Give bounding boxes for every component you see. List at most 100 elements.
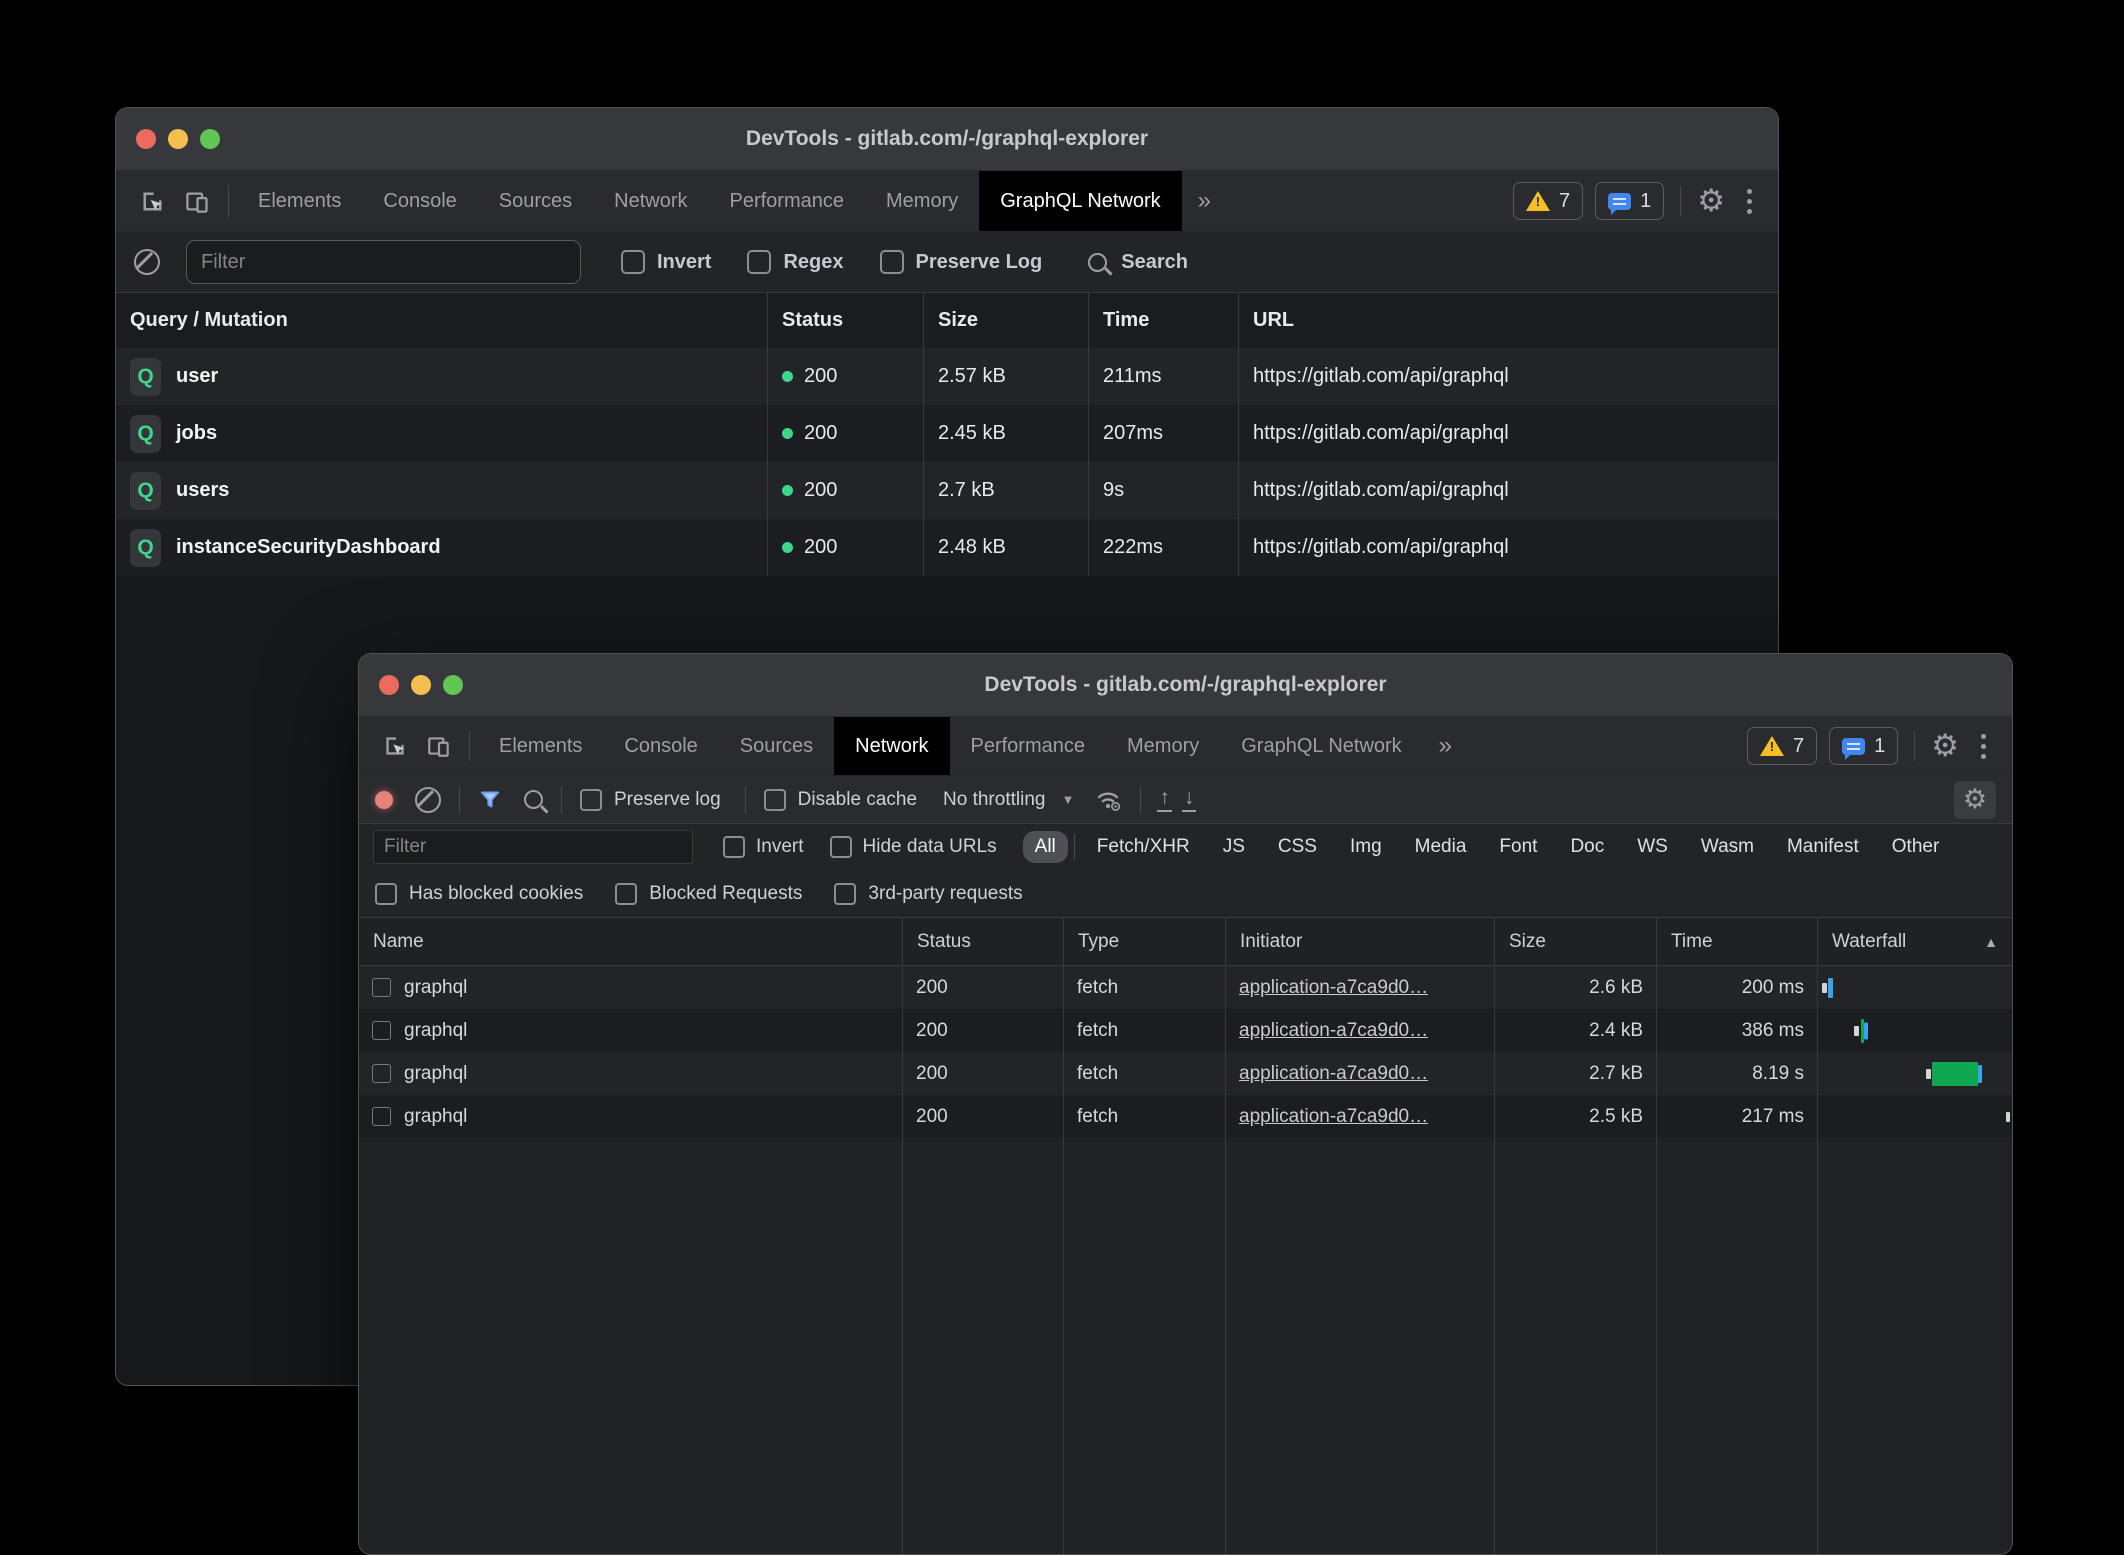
network-filter-input[interactable] xyxy=(373,830,693,864)
initiator-link[interactable]: application-a7ca9d0… xyxy=(1239,1063,1428,1085)
tab-console[interactable]: Console xyxy=(362,171,477,231)
tab-console[interactable]: Console xyxy=(603,717,718,775)
disable-cache-checkbox[interactable] xyxy=(764,789,786,811)
tab-graphql-network[interactable]: GraphQL Network xyxy=(979,171,1181,231)
filter-input[interactable] xyxy=(186,240,581,284)
tab-elements[interactable]: Elements xyxy=(478,717,603,775)
issues-badge[interactable]: 1 xyxy=(1829,727,1898,765)
tab-memory[interactable]: Memory xyxy=(1106,717,1220,775)
filter-funnel-icon[interactable] xyxy=(478,788,502,812)
preserve-log-checkbox[interactable] xyxy=(580,789,602,811)
filter-chip-fetch-xhr[interactable]: Fetch/XHR xyxy=(1085,831,1202,863)
column-header-size[interactable]: Size xyxy=(924,293,1089,348)
network-request-row[interactable]: graphql 200 fetch application-a7ca9d0… 2… xyxy=(359,966,2012,1009)
tab-graphql-network[interactable]: GraphQL Network xyxy=(1220,717,1422,775)
tab-performance[interactable]: Performance xyxy=(709,171,866,231)
initiator-link[interactable]: application-a7ca9d0… xyxy=(1239,1020,1428,1042)
filter-chip-manifest[interactable]: Manifest xyxy=(1775,831,1871,863)
more-tabs-icon[interactable]: » xyxy=(1423,717,1468,775)
network-request-row[interactable]: graphql 200 fetch application-a7ca9d0… 2… xyxy=(359,1052,2012,1095)
network-conditions-icon[interactable] xyxy=(1094,787,1122,813)
column-header-time[interactable]: Time xyxy=(1657,918,1818,965)
filter-chip-other[interactable]: Other xyxy=(1880,831,1952,863)
clear-icon[interactable] xyxy=(134,249,160,275)
row-checkbox[interactable] xyxy=(372,1064,391,1083)
tab-memory[interactable]: Memory xyxy=(865,171,979,231)
filter-chip-img[interactable]: Img xyxy=(1338,831,1394,863)
tab-bar-right-group: 7 1 ⚙ xyxy=(1513,171,1778,231)
clear-icon[interactable] xyxy=(415,787,441,813)
issues-badge[interactable]: 1 xyxy=(1595,182,1664,220)
blocked-requests-checkbox[interactable] xyxy=(615,883,637,905)
import-har-icon[interactable]: ↑ xyxy=(1159,787,1170,812)
settings-gear-icon[interactable]: ⚙ xyxy=(1697,186,1725,217)
tab-network[interactable]: Network xyxy=(834,717,949,775)
column-header-size[interactable]: Size xyxy=(1495,918,1657,965)
column-header-initiator[interactable]: Initiator xyxy=(1226,918,1495,965)
hide-data-urls-checkbox[interactable] xyxy=(830,836,852,858)
more-tabs-icon[interactable]: » xyxy=(1182,171,1227,231)
initiator-link[interactable]: application-a7ca9d0… xyxy=(1239,977,1428,999)
column-header-waterfall[interactable]: Waterfall ▲ xyxy=(1818,918,2012,965)
record-button[interactable] xyxy=(375,791,393,809)
column-header-status[interactable]: Status xyxy=(768,293,924,348)
regex-checkbox[interactable] xyxy=(747,250,771,274)
maximize-button[interactable] xyxy=(443,675,463,695)
column-header-time[interactable]: Time xyxy=(1089,293,1239,348)
search-label: Search xyxy=(1121,251,1188,274)
tab-sources[interactable]: Sources xyxy=(719,717,834,775)
kebab-menu-icon[interactable] xyxy=(1971,734,1996,759)
filter-chip-js[interactable]: JS xyxy=(1211,831,1257,863)
search-icon[interactable] xyxy=(524,790,543,809)
close-button[interactable] xyxy=(136,129,156,149)
network-settings-button[interactable]: ⚙ xyxy=(1954,781,1996,819)
tab-sources[interactable]: Sources xyxy=(478,171,593,231)
filter-chip-doc[interactable]: Doc xyxy=(1558,831,1616,863)
initiator-link[interactable]: application-a7ca9d0… xyxy=(1239,1106,1428,1128)
graphql-request-row[interactable]: Q users 200 2.7 kB 9s https://gitlab.com… xyxy=(116,462,1778,519)
column-header-type[interactable]: Type xyxy=(1064,918,1226,965)
export-har-icon[interactable]: ↓ xyxy=(1184,787,1195,812)
filter-chip-wasm[interactable]: Wasm xyxy=(1689,831,1766,863)
settings-gear-icon[interactable]: ⚙ xyxy=(1931,731,1959,762)
network-request-row[interactable]: graphql 200 fetch application-a7ca9d0… 2… xyxy=(359,1009,2012,1052)
column-header-query-mutation[interactable]: Query / Mutation xyxy=(116,293,768,348)
initiator-cell: application-a7ca9d0… xyxy=(1226,966,1495,1009)
preserve-log-checkbox[interactable] xyxy=(880,250,904,274)
tab-elements[interactable]: Elements xyxy=(237,171,362,231)
graphql-request-row[interactable]: Q jobs 200 2.45 kB 207ms https://gitlab.… xyxy=(116,405,1778,462)
tab-performance[interactable]: Performance xyxy=(950,717,1107,775)
warnings-badge[interactable]: 7 xyxy=(1513,182,1583,220)
inspect-element-icon[interactable] xyxy=(373,717,417,775)
network-request-row[interactable]: graphql 200 fetch application-a7ca9d0… 2… xyxy=(359,1095,2012,1138)
column-header-url[interactable]: URL xyxy=(1239,293,1778,348)
row-checkbox[interactable] xyxy=(372,1107,391,1126)
column-header-status[interactable]: Status xyxy=(903,918,1064,965)
filter-chip-css[interactable]: CSS xyxy=(1266,831,1329,863)
filter-chip-all[interactable]: All xyxy=(1023,831,1068,863)
minimize-button[interactable] xyxy=(168,129,188,149)
throttling-select[interactable]: No throttling ▼ xyxy=(937,789,1080,811)
minimize-button[interactable] xyxy=(411,675,431,695)
has-blocked-cookies-checkbox[interactable] xyxy=(375,883,397,905)
device-toolbar-icon[interactable] xyxy=(417,717,461,775)
graphql-request-row[interactable]: Q instanceSecurityDashboard 200 2.48 kB … xyxy=(116,519,1778,576)
filter-chip-ws[interactable]: WS xyxy=(1625,831,1680,863)
third-party-requests-checkbox[interactable] xyxy=(834,883,856,905)
device-toolbar-icon[interactable] xyxy=(175,171,220,231)
graphql-request-row[interactable]: Q user 200 2.57 kB 211ms https://gitlab.… xyxy=(116,348,1778,405)
maximize-button[interactable] xyxy=(200,129,220,149)
column-header-name[interactable]: Name xyxy=(359,918,903,965)
row-checkbox[interactable] xyxy=(372,978,391,997)
row-checkbox[interactable] xyxy=(372,1021,391,1040)
kebab-menu-icon[interactable] xyxy=(1737,189,1762,214)
warnings-badge[interactable]: 7 xyxy=(1747,727,1817,765)
inspect-element-icon[interactable] xyxy=(130,171,175,231)
filter-chip-font[interactable]: Font xyxy=(1487,831,1549,863)
tab-network[interactable]: Network xyxy=(593,171,708,231)
filter-chip-media[interactable]: Media xyxy=(1403,831,1479,863)
invert-checkbox[interactable] xyxy=(621,250,645,274)
close-button[interactable] xyxy=(379,675,399,695)
search-control[interactable]: Search xyxy=(1088,251,1188,274)
invert-checkbox[interactable] xyxy=(723,836,745,858)
